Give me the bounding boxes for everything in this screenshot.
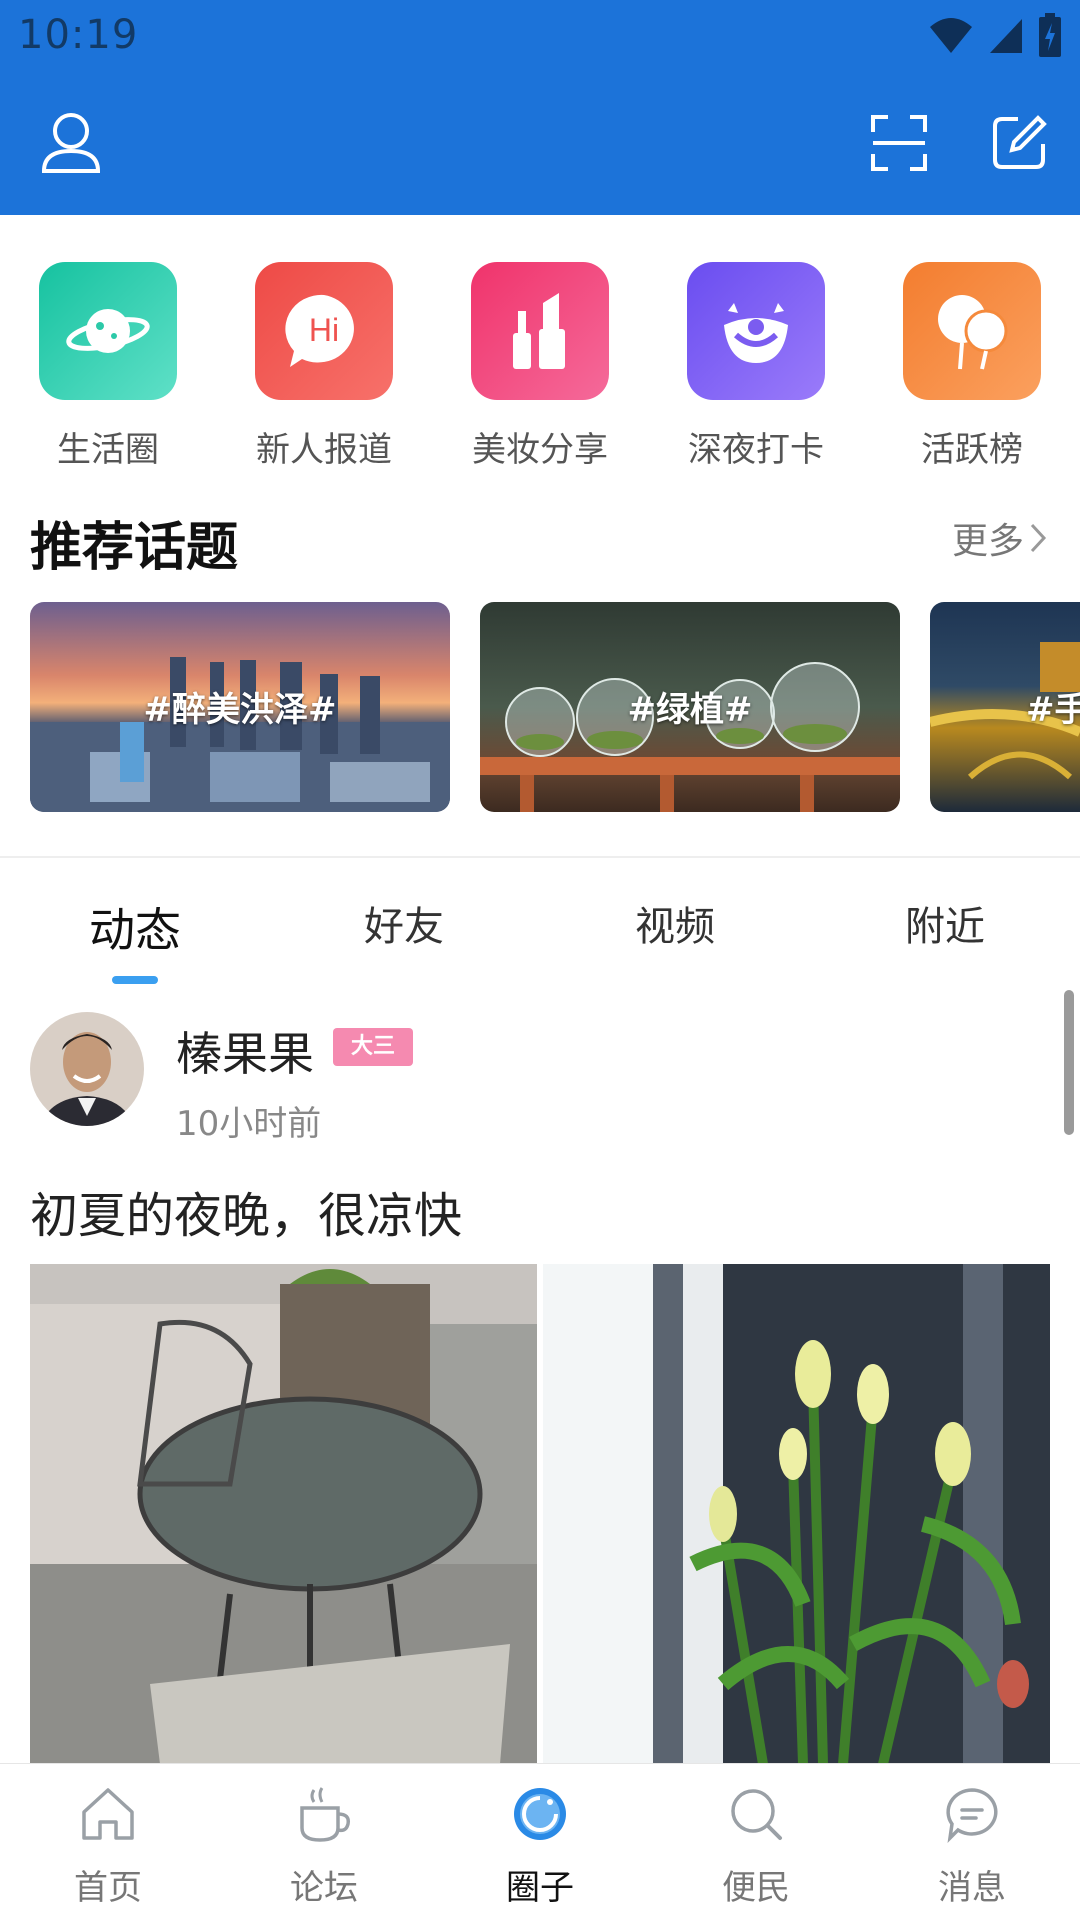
topic-card[interactable]: #绿植#: [480, 602, 900, 812]
topic-card[interactable]: #醉美洪泽#: [30, 602, 450, 812]
search-icon: [731, 1789, 782, 1840]
message-icon: [946, 1788, 998, 1843]
more-link[interactable]: 更多: [952, 512, 1048, 564]
lipstick-icon: [471, 262, 609, 400]
feed-tabs: 动态 好友 视频 附近: [0, 880, 1080, 990]
home-icon: [82, 1788, 134, 1840]
nav-label: 首页: [74, 1868, 142, 1908]
quick-entry-label: 生活圈: [57, 430, 159, 470]
quick-entry-makeup[interactable]: 美妆分享: [450, 262, 630, 471]
avatar[interactable]: [30, 1012, 144, 1126]
nav-label: 圈子: [506, 1868, 574, 1908]
topic-label: #手: [1026, 690, 1080, 730]
user-level-badge: 大三: [333, 1028, 413, 1066]
top-app-bar: 10:19: [0, 0, 1080, 215]
circle-icon: [514, 1788, 566, 1840]
quick-entry-label: 深夜打卡: [688, 430, 824, 470]
topic-carousel: #醉美洪泽# #绿植# #手: [0, 602, 1080, 812]
battery-icon: [1039, 13, 1061, 57]
balloons-icon: [903, 262, 1041, 400]
planet-icon: [39, 262, 177, 400]
quick-entry-newcomer[interactable]: Hi 新人报道: [234, 262, 414, 471]
quick-entry-label: 美妆分享: [472, 430, 608, 470]
status-bar: 10:19: [0, 0, 1080, 70]
tab-videos[interactable]: 视频: [575, 894, 775, 952]
post-username[interactable]: 榛果果: [176, 1018, 314, 1084]
plant-image: [543, 1264, 1050, 1764]
hi-bubble-icon: Hi: [255, 262, 393, 400]
tab-indicator: [112, 976, 158, 984]
tab-friends[interactable]: 好友: [304, 894, 504, 952]
scrollbar[interactable]: [1064, 990, 1074, 1135]
quick-entry-active-rank[interactable]: 活跃榜: [882, 262, 1062, 471]
nav-home[interactable]: 首页: [0, 1764, 216, 1920]
header-actions: [0, 100, 1080, 190]
topic-card[interactable]: #手: [930, 602, 1080, 812]
status-time: 10:19: [18, 12, 139, 58]
nav-label: 论坛: [290, 1868, 358, 1908]
post-photo-plant[interactable]: [543, 1264, 1050, 1764]
quick-entry-label: 新人报道: [256, 430, 392, 470]
topic-label: #绿植#: [627, 690, 753, 730]
nav-messages[interactable]: 消息: [864, 1764, 1080, 1920]
user-profile-button[interactable]: [36, 108, 106, 178]
post-time: 10小时前: [176, 1104, 322, 1144]
compose-icon: [993, 115, 1047, 169]
nav-label: 便民: [722, 1868, 790, 1908]
nav-forum[interactable]: 论坛: [216, 1764, 432, 1920]
nav-services[interactable]: 便民: [648, 1764, 864, 1920]
tab-nearby[interactable]: 附近: [845, 894, 1045, 952]
patio-table-image: [30, 1264, 537, 1764]
coffee-cup-icon: [300, 1787, 351, 1842]
wifi-icon: [930, 18, 972, 53]
scan-icon: [871, 115, 927, 171]
bottom-navigation: 首页 论坛 圈子 便民 消息: [0, 1763, 1080, 1920]
quick-entry-late-night[interactable]: 深夜打卡: [666, 262, 846, 471]
post-photo-table[interactable]: [30, 1264, 537, 1764]
section-divider: [0, 856, 1080, 858]
scan-button[interactable]: [864, 108, 934, 178]
tab-dynamic[interactable]: 动态: [35, 894, 235, 960]
quick-entry-label: 活跃榜: [921, 430, 1023, 470]
nav-circle[interactable]: 圈子: [432, 1764, 648, 1920]
section-title: 推荐话题: [30, 518, 239, 578]
quick-entry-life-circle[interactable]: 生活圈: [18, 262, 198, 471]
post-text[interactable]: 初夏的夜晚，很凉快: [30, 1176, 462, 1246]
clown-icon: [687, 262, 825, 400]
quick-entries: 生活圈 Hi 新人报道 美妆分享 深夜打卡 活跃榜: [0, 262, 1080, 472]
more-label: 更多: [951, 521, 1024, 562]
svg-text:Hi: Hi: [309, 312, 339, 348]
compose-button[interactable]: [984, 108, 1054, 178]
chevron-right-icon: [1030, 523, 1047, 553]
status-icons: [928, 12, 1062, 58]
topic-label: #醉美洪泽#: [143, 690, 337, 730]
nav-label: 消息: [938, 1868, 1006, 1908]
signal-icon: [990, 19, 1022, 53]
user-icon: [41, 113, 101, 173]
